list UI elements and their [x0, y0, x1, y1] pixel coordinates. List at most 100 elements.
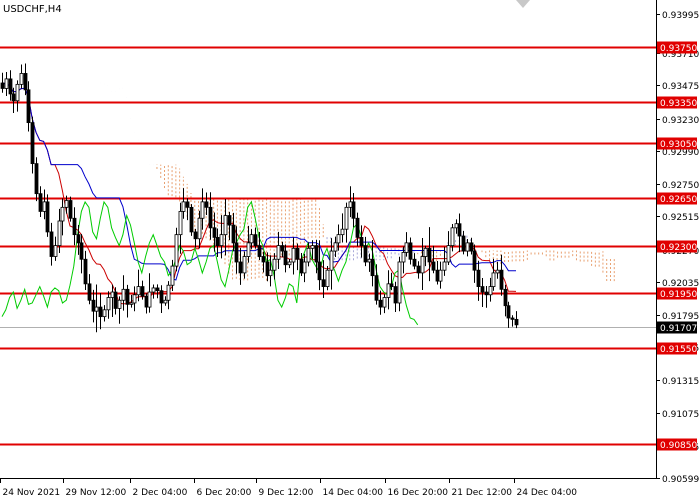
candle-body — [491, 272, 496, 287]
candle-body — [480, 286, 485, 293]
candle-body — [472, 250, 477, 271]
y-tick-label: 0.92515 — [662, 213, 699, 223]
candle-body — [503, 288, 508, 307]
candle-body — [299, 258, 304, 274]
candle-body — [42, 201, 47, 212]
level-tag-label: 0.91550 — [660, 345, 697, 355]
candle-body — [204, 201, 209, 208]
candle-body — [427, 247, 432, 263]
candle-body — [457, 223, 462, 237]
candle-body — [506, 305, 511, 319]
candle-body — [442, 261, 447, 271]
candle-body — [181, 201, 186, 212]
candle-body — [219, 234, 224, 246]
candle-body — [68, 200, 73, 219]
candle-body — [261, 256, 266, 263]
candle-body — [136, 286, 141, 296]
candle-body — [72, 217, 77, 236]
x-tick-label: 2 Dec 04:00 — [133, 488, 188, 498]
price-tags: 0.93750 0.93350 0.93050 0.92650 0.92300 0.919… — [657, 41, 697, 451]
y-tick-label: 0.93995 — [662, 11, 699, 21]
candle-body — [163, 299, 168, 304]
candle-body — [314, 245, 319, 263]
candle-body — [200, 201, 205, 219]
candle-body — [321, 279, 326, 287]
candle-body — [79, 242, 84, 260]
candle-body — [147, 291, 152, 308]
candle-body — [351, 201, 356, 219]
y-tick-label: 0.92750 — [662, 181, 699, 191]
candle-body — [231, 224, 236, 244]
candle-body — [151, 287, 156, 293]
candle-body — [283, 250, 288, 266]
candle-body — [234, 242, 239, 263]
candle-body — [397, 261, 402, 304]
candle-body — [106, 297, 111, 311]
candle-body — [4, 78, 9, 89]
candle-body — [170, 265, 175, 286]
candle-body — [57, 220, 62, 246]
candle-body — [242, 256, 247, 274]
candle-body — [329, 250, 334, 271]
candle-body — [60, 206, 65, 222]
candle-body — [378, 299, 383, 308]
candle — [189, 204, 194, 236]
candle-body — [113, 291, 118, 309]
candle-body — [423, 247, 428, 257]
candle-body — [355, 217, 360, 238]
candle-body — [359, 236, 364, 246]
candle-body — [310, 245, 315, 249]
candle-body — [382, 297, 387, 308]
candle-body — [49, 231, 54, 257]
candle-body — [412, 258, 417, 267]
candle-body — [420, 256, 425, 274]
candle — [68, 196, 73, 222]
candle-body — [454, 223, 459, 229]
candle-body — [446, 245, 451, 263]
candle-body — [45, 201, 50, 233]
x-tick-label: 24 Nov 2021 — [3, 488, 61, 498]
candle-body — [53, 245, 58, 257]
level-tag-label: 0.93050 — [660, 140, 697, 150]
candle-body — [64, 200, 69, 208]
candle-body — [317, 261, 322, 281]
candle-body — [370, 258, 375, 277]
candle-body — [401, 252, 406, 263]
x-tick-label: 16 Dec 20:00 — [388, 488, 449, 498]
y-tick-label: 0.93230 — [662, 116, 699, 126]
candle-body — [26, 89, 31, 124]
candle-body — [91, 299, 96, 312]
candle-body — [404, 242, 409, 253]
symbol-title: USDCHF,H4 — [3, 4, 62, 15]
candle-body — [189, 206, 194, 233]
x-tick-label: 29 Nov 12:00 — [66, 488, 127, 498]
candle — [397, 256, 402, 312]
x-tick-label: 21 Dec 12:00 — [452, 488, 513, 498]
candle-body — [265, 261, 270, 277]
candle-body — [223, 215, 228, 236]
candle-body — [302, 261, 307, 274]
candlestick-chart: 0.939950.937100.934750.932300.929900.927… — [0, 0, 699, 498]
candle-body — [484, 291, 489, 296]
candle-body — [488, 286, 493, 296]
candle-body — [291, 247, 296, 263]
candle-body — [185, 201, 190, 208]
plot-area — [0, 0, 656, 478]
candle-body — [23, 73, 28, 91]
candle-body — [435, 269, 440, 282]
candle-body — [38, 193, 43, 212]
candle-body — [83, 258, 88, 285]
candle-body — [408, 242, 413, 260]
candle-body — [253, 234, 258, 246]
candle-body — [238, 261, 243, 274]
candle-body — [8, 78, 13, 95]
level-tag-label: 0.92300 — [660, 243, 697, 253]
candle-body — [514, 318, 519, 326]
candle-body — [344, 206, 349, 230]
y-tick-label: 0.93475 — [662, 82, 699, 92]
candle-body — [140, 286, 145, 297]
level-tag-label: 0.93750 — [660, 44, 697, 54]
x-tick-label: 24 Dec 04:00 — [517, 488, 578, 498]
candle-body — [348, 201, 353, 208]
candle-body — [76, 234, 81, 244]
